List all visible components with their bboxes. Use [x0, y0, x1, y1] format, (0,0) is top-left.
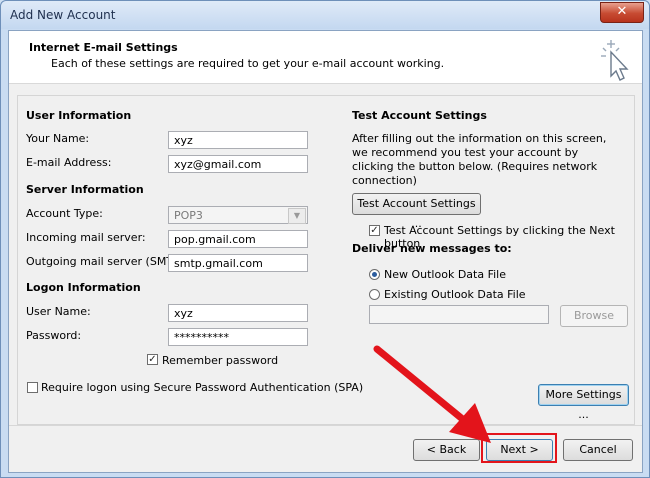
existing-data-file-label: Existing Outlook Data File — [384, 288, 526, 301]
email-label: E-mail Address: — [26, 156, 112, 169]
logon-info-heading: Logon Information — [26, 281, 141, 294]
chevron-down-icon: ▼ — [288, 208, 306, 224]
your-name-input[interactable]: xyz — [168, 131, 308, 149]
incoming-server-label: Incoming mail server: — [26, 231, 146, 244]
account-type-select: POP3 ▼ — [168, 206, 308, 224]
test-settings-heading: Test Account Settings — [352, 109, 487, 122]
incoming-server-input[interactable]: pop.gmail.com — [168, 230, 308, 248]
user-info-heading: User Information — [26, 109, 132, 122]
existing-file-path-input — [369, 305, 549, 324]
email-input[interactable]: xyz@gmail.com — [168, 155, 308, 173]
add-account-window: Add New Account ✕ Internet E-mail Settin… — [0, 0, 650, 478]
browse-button: Browse — [560, 305, 628, 327]
user-name-input[interactable]: xyz — [168, 304, 308, 322]
more-settings-button[interactable]: More Settings ... — [538, 384, 629, 421]
red-arrow-icon — [373, 345, 491, 443]
test-account-settings-button[interactable]: Test Account Settings ... — [352, 193, 481, 230]
new-data-file-label: New Outlook Data File — [384, 268, 506, 281]
title-bar: Add New Account ✕ — [1, 1, 649, 29]
test-settings-description: After filling out the information on thi… — [352, 132, 607, 187]
remember-password-checkbox[interactable]: ✓ — [147, 354, 158, 365]
account-type-label: Account Type: — [26, 207, 103, 220]
password-label: Password: — [26, 329, 82, 342]
outgoing-server-input[interactable]: smtp.gmail.com — [168, 254, 308, 272]
header-panel: Internet E-mail Settings Each of these s… — [9, 31, 642, 84]
your-name-label: Your Name: — [26, 132, 90, 145]
deliver-heading: Deliver new messages to: — [352, 242, 512, 255]
outgoing-server-label: Outgoing mail server (SMTP): — [26, 255, 188, 268]
header-subtitle: Each of these settings are required to g… — [51, 57, 445, 70]
server-info-heading: Server Information — [26, 183, 144, 196]
dialog-client: Internet E-mail Settings Each of these s… — [8, 30, 643, 473]
auto-test-checkbox[interactable]: ✓ — [369, 225, 380, 236]
window-title: Add New Account — [10, 8, 116, 22]
footer-divider — [9, 425, 642, 426]
existing-data-file-radio[interactable] — [369, 289, 380, 300]
remember-password-label: Remember password — [162, 354, 279, 367]
cursor-sparkle-icon — [601, 40, 629, 81]
settings-group: User Information Your Name: xyz E-mail A… — [17, 95, 635, 425]
cancel-button[interactable]: Cancel — [563, 439, 633, 461]
new-data-file-radio[interactable] — [369, 269, 380, 280]
spa-label: Require logon using Secure Password Auth… — [41, 381, 364, 394]
close-button[interactable]: ✕ — [600, 2, 644, 23]
header-title: Internet E-mail Settings — [29, 41, 178, 54]
account-type-value: POP3 — [174, 209, 203, 222]
user-name-label: User Name: — [26, 305, 91, 318]
spa-checkbox[interactable] — [27, 382, 38, 393]
password-input[interactable]: ********** — [168, 328, 308, 346]
